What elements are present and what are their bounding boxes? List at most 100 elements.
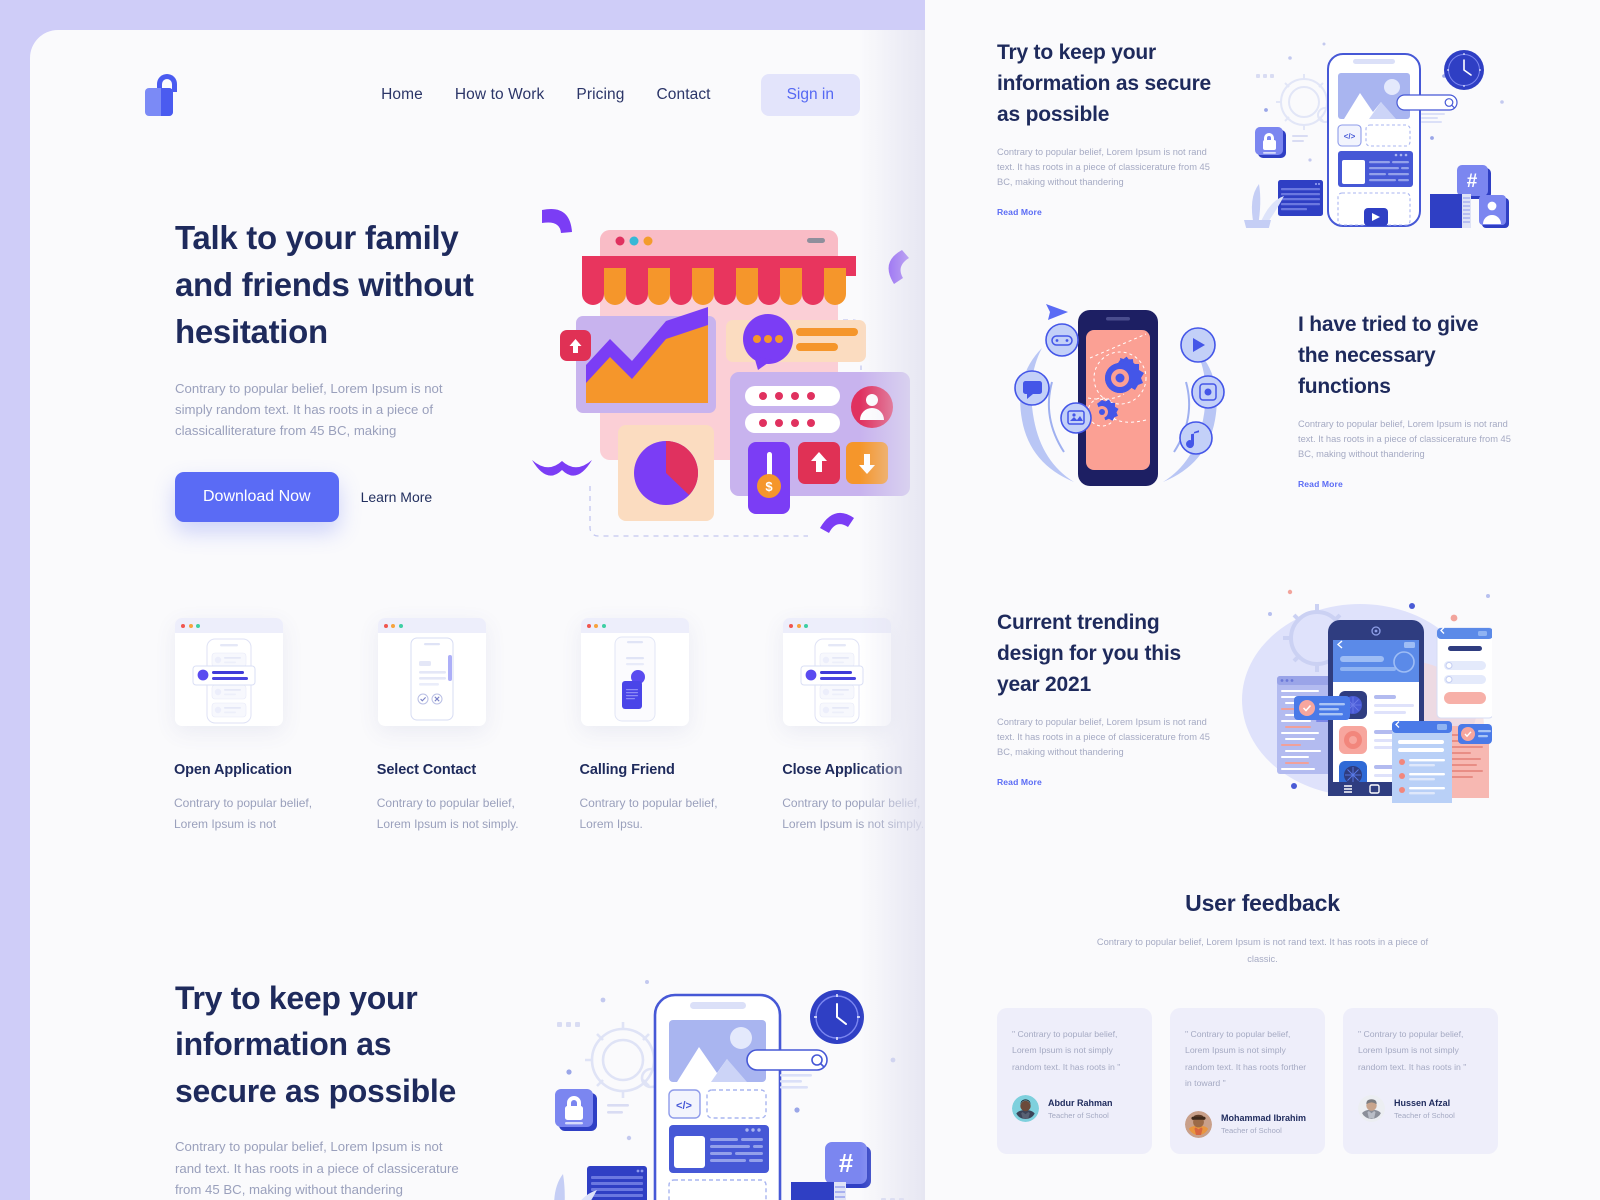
mock-content: [783, 633, 891, 726]
window-close-dot: [383, 623, 388, 628]
testimonial-name: Abdur Rahman: [1048, 1097, 1113, 1108]
hero-illustration: $: [530, 198, 925, 558]
window-maximize-dot: [804, 623, 809, 628]
learn-more-link[interactable]: Learn More: [361, 489, 433, 505]
padlock-body: [145, 88, 173, 116]
mock-titlebar: [783, 618, 892, 633]
avatar: [1358, 1095, 1385, 1123]
mock-browser-calling-friend: [580, 618, 689, 726]
window-close-dot: [586, 623, 591, 628]
right-section-title: Current trending design for you this yea…: [997, 611, 1182, 696]
avatar: [1012, 1095, 1039, 1123]
window-maximize-dot: [601, 623, 606, 628]
mock-content: [378, 633, 486, 726]
testimonial-role: Teacher of School: [1048, 1110, 1109, 1120]
read-more-link[interactable]: Read More: [997, 777, 1212, 787]
hero-description: Contrary to popular belief, Lorem Ipsum …: [175, 380, 443, 439]
testimonial-card[interactable]: " Contrary to popular belief, Lorem Ipsu…: [997, 1008, 1152, 1154]
window-close-dot: [181, 623, 185, 628]
hero-text-block: Talk to your family and friends without …: [175, 215, 495, 522]
feature-title: Select Contact: [376, 762, 477, 778]
secure-section-description: Contrary to popular belief, Lorem Ipsum …: [175, 1139, 459, 1197]
read-more-link[interactable]: Read More: [997, 207, 1212, 217]
feedback-title: User feedback: [1185, 890, 1340, 916]
mock-titlebar: [175, 618, 283, 633]
right-section-description: Contrary to popular belief, Lorem Ipsum …: [997, 146, 1210, 187]
left-page-panel: Home How to Work Pricing Contact Sign in…: [30, 30, 925, 1200]
svg-text:#: #: [1467, 171, 1478, 192]
padlock-logo-icon[interactable]: [145, 74, 183, 116]
nav-link-how-to-work[interactable]: How to Work: [455, 86, 545, 104]
right-section-description: Contrary to popular belief, Lorem Ipsum …: [1298, 418, 1511, 459]
svg-text:</>: </>: [1344, 132, 1356, 141]
screenshot-stage: Home How to Work Pricing Contact Sign in…: [0, 0, 1600, 1200]
testimonial-card[interactable]: " Contrary to popular belief, Lorem Ipsu…: [1170, 1008, 1325, 1154]
window-minimize-dot: [796, 623, 801, 628]
window-maximize-dot: [398, 623, 403, 628]
feature-card-calling-friend[interactable]: Calling Friend Contrary to popular belie…: [580, 618, 732, 835]
hero-title: Talk to your family and friends without …: [175, 219, 474, 350]
feature-card-close-application[interactable]: Close Application Contrary to popular be…: [782, 618, 925, 835]
feature-title: Close Application: [782, 762, 903, 778]
right-section-trending-text: Current trending design for you this yea…: [997, 608, 1212, 787]
feedback-cards-row: " Contrary to popular belief, Lorem Ipsu…: [925, 1008, 1600, 1154]
window-minimize-dot: [391, 623, 396, 628]
right-section-description: Contrary to popular belief, Lorem Ipsum …: [997, 716, 1210, 757]
testimonial-role: Teacher of School: [1394, 1110, 1455, 1120]
testimonial-name: Hussen Afzal: [1394, 1097, 1451, 1108]
window-close-dot: [789, 623, 794, 628]
testimonial-card[interactable]: " Contrary to popular belief, Lorem Ipsu…: [1343, 1008, 1498, 1154]
window-minimize-dot: [188, 623, 193, 628]
secure-section-title: Try to keep your information as secure a…: [175, 980, 456, 1109]
secure-illustration-large: </> #: [525, 960, 925, 1200]
svg-text:$: $: [765, 479, 773, 494]
testimonial-person: Mohammad Ibrahim Teacher of School: [1185, 1110, 1310, 1138]
feature-description: Contrary to popular belief, Lorem Ipsu.: [579, 796, 718, 831]
right-section-functions-text: I have tried to give the necessary funct…: [1298, 310, 1513, 489]
mock-content: [175, 633, 283, 726]
read-more-link[interactable]: Read More: [1298, 479, 1513, 489]
feature-description: Contrary to popular belief, Lorem Ipsum …: [782, 796, 925, 831]
feature-card-open-application[interactable]: Open Application Contrary to popular bel…: [174, 618, 326, 835]
window-maximize-dot: [196, 623, 200, 628]
hero-cta-group: Download Now Learn More: [175, 471, 495, 522]
user-feedback-section: User feedback Contrary to popular belief…: [925, 890, 1600, 1154]
window-minimize-dot: [594, 623, 598, 628]
feature-description: Contrary to popular belief, Lorem Ipsum …: [174, 796, 313, 831]
right-section-title: Try to keep your information as secure a…: [997, 41, 1212, 126]
mock-titlebar: [580, 618, 689, 633]
feature-cards-row: Open Application Contrary to popular bel…: [174, 618, 925, 835]
mock-browser-select-contact: [377, 618, 486, 726]
top-navigation-bar: Home How to Work Pricing Contact Sign in: [30, 60, 860, 130]
right-section-functions-illustration: [990, 290, 1245, 495]
right-section-trending-illustration: [1232, 578, 1494, 819]
download-now-button[interactable]: Download Now: [175, 471, 339, 522]
mock-titlebar: [377, 618, 486, 633]
feedback-subtitle: Contrary to popular belief, Lorem Ipsum …: [1096, 937, 1429, 965]
sign-in-button[interactable]: Sign in: [760, 74, 860, 116]
svg-text:#: #: [839, 1148, 854, 1178]
testimonial-role: Teacher of School: [1221, 1126, 1282, 1136]
nav-link-contact[interactable]: Contact: [656, 86, 710, 104]
nav-link-home[interactable]: Home: [381, 86, 423, 104]
right-section-secure-text: Try to keep your information as secure a…: [997, 38, 1212, 217]
testimonial-person: Hussen Afzal Teacher of School: [1358, 1095, 1483, 1123]
svg-text:</>: </>: [676, 1100, 692, 1112]
right-section-secure-illustration: </> #: [1232, 28, 1522, 235]
avatar: [1185, 1110, 1212, 1138]
testimonial-name: Mohammad Ibrahim: [1221, 1113, 1307, 1124]
feature-description: Contrary to popular belief, Lorem Ipsum …: [376, 796, 519, 831]
feature-card-select-contact[interactable]: Select Contact Contrary to popular belie…: [377, 618, 529, 835]
mock-browser-close-application: [783, 618, 892, 726]
feature-title: Open Application: [174, 762, 292, 778]
nav-links: Home How to Work Pricing Contact Sign in: [381, 74, 860, 116]
testimonial-quote: " Contrary to popular belief, Lorem Ipsu…: [1358, 1029, 1467, 1072]
nav-link-pricing[interactable]: Pricing: [576, 86, 624, 104]
testimonial-quote: " Contrary to popular belief, Lorem Ipsu…: [1012, 1029, 1121, 1072]
mock-browser-open-application: [175, 618, 283, 726]
testimonial-person: Abdur Rahman Teacher of School: [1012, 1095, 1137, 1123]
secure-section-text: Try to keep your information as secure a…: [175, 975, 495, 1200]
right-section-title: I have tried to give the necessary funct…: [1298, 313, 1479, 398]
testimonial-quote: " Contrary to popular belief, Lorem Ipsu…: [1185, 1029, 1307, 1088]
feature-title: Calling Friend: [579, 762, 675, 778]
